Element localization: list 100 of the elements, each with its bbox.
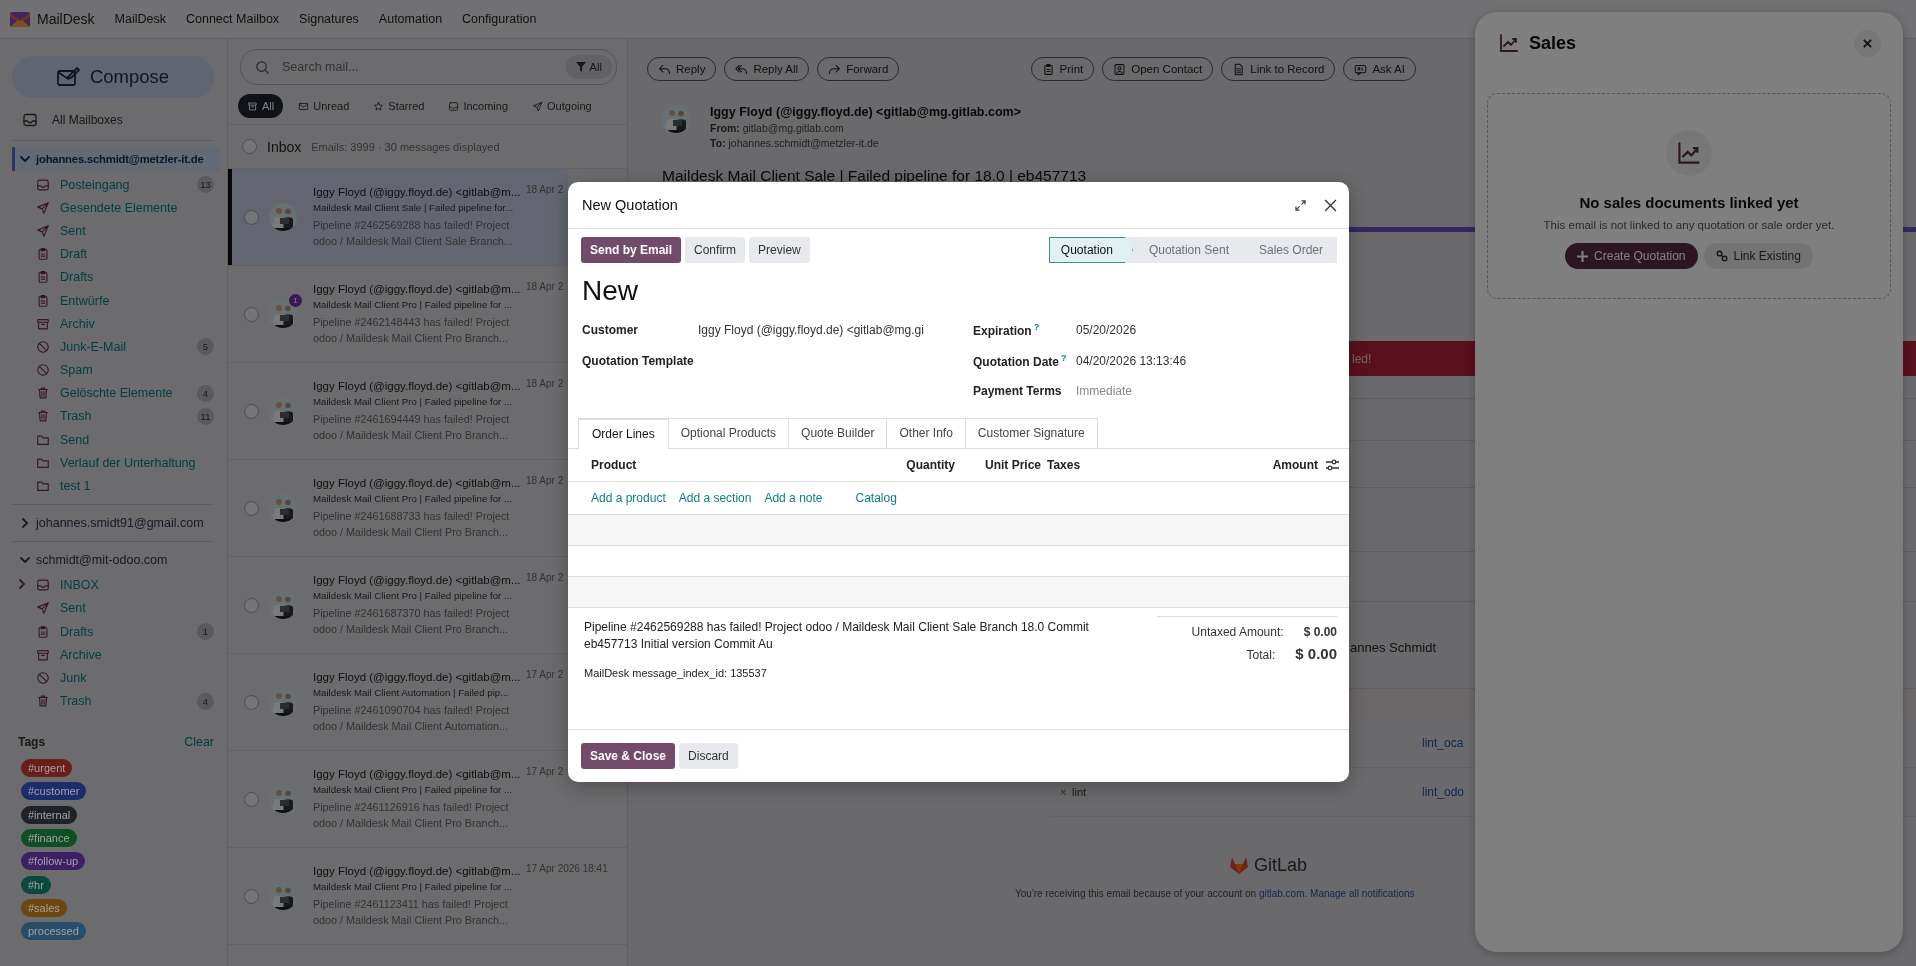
footer-link[interactable]: Manage all notifications [1310,888,1415,899]
tag-chip[interactable]: #follow-up [21,852,86,871]
save-button[interactable]: Save & Close [581,743,676,769]
menu-item[interactable]: MailDesk [114,12,166,26]
chevron-down-icon[interactable] [19,153,31,165]
tag-chip[interactable]: #sales [21,899,67,918]
folder-item[interactable]: Archive [12,643,214,667]
folder-item[interactable]: Draft [12,242,214,266]
clipboard-icon [36,270,50,285]
add-line-link[interactable]: Catalog [855,490,897,505]
account-item[interactable]: schmidt@mit-odoo.com [12,547,214,572]
tab[interactable]: Order Lines [578,417,669,449]
folder-item[interactable]: Verlauf der Unterhaltung [12,451,214,475]
field-label: Expiration $^{?}$ [973,322,1041,339]
tag-chip[interactable]: #hr [21,875,51,894]
reference-text: MailDesk message_index_id: 135537 [584,666,768,679]
tag-chip[interactable]: #customer [21,782,87,801]
close-icon [1324,198,1337,212]
count-badge: 11 [197,407,214,425]
message-checkbox[interactable] [244,403,259,419]
message-checkbox[interactable] [244,888,259,904]
message-preview: Pipeline #2462569288 has failed! Project odoo / Maildesk Mail Client Sale Branch... [313,217,514,249]
action-button[interactable]: Preview [749,237,810,263]
message-checkbox[interactable] [244,209,259,225]
action-button[interactable]: Send by Email [581,237,682,263]
field-label: Quotation Date $^{?}$ [973,352,1068,369]
action-button[interactable]: Confirm [685,237,746,263]
line-chart-icon [1499,33,1519,53]
folder-item[interactable]: Junk [12,666,214,690]
menu-item[interactable]: Connect Mailbox [186,12,280,26]
mailbox-item[interactable]: All Mailboxes [12,106,214,134]
tag-chip[interactable]: processed [21,922,86,941]
filter-tab[interactable]: Starred [364,94,434,118]
field-value[interactable]: 04/20/2026 13:13:46 [1076,353,1187,368]
compose-button[interactable]: Compose [12,56,214,98]
field-value[interactable]: Iggy Floyd (@iggy.floyd.de) <gitlab@mg.gi [698,323,924,338]
add-line-link[interactable]: Add a section [678,490,752,505]
folder-item[interactable]: Posteingang 13 [12,173,214,197]
chevron-right-icon[interactable] [16,577,28,590]
status-step[interactable]: Quotation [1048,237,1133,263]
filter-button[interactable]: All [566,55,612,79]
folder-item[interactable]: Gesendete Elemente [12,196,214,220]
envelope-logo-icon[interactable] [10,11,30,27]
folder-item[interactable]: Drafts 1 [12,620,214,644]
message-subject: Maildesk Mail Client Sale | Failed pipeline for... [313,201,515,213]
message-checkbox[interactable] [244,597,259,613]
archive-box-icon [247,100,258,112]
menu-item[interactable]: Signatures [299,12,359,26]
column-header: Quantity [905,457,956,472]
field-label: Customer [582,323,639,338]
folder-item[interactable]: INBOX [12,573,214,597]
tab[interactable]: Customer Signature [964,417,1098,448]
message-checkbox[interactable] [244,306,259,322]
folder-item[interactable]: Sent [12,219,214,243]
tag-chip[interactable]: #internal [21,805,78,824]
link-existing-button[interactable]: Link Existing [1703,243,1813,269]
close-button[interactable] [1324,198,1337,212]
folder-item[interactable]: test 1 [12,474,214,498]
account-item[interactable]: johannes.smidt91@gmail.com [12,510,214,535]
add-line-link[interactable]: Add a note [764,490,823,505]
search-field[interactable]: Search mail... All [240,49,617,85]
select-all-checkbox[interactable] [242,139,257,154]
folder-item[interactable]: Entwürfe [12,288,214,313]
tag-chip[interactable]: #finance [21,828,77,847]
folder-item[interactable]: Junk-E-Mail 5 [12,335,214,359]
job-link[interactable]: lint_oca [1422,736,1464,750]
message-checkbox[interactable] [244,694,259,710]
filter-tab[interactable]: All [238,94,284,118]
filter-tab[interactable]: Incoming [439,94,518,118]
field-value[interactable]: 05/20/2026 [1076,323,1137,338]
folder-item[interactable]: Send [12,428,214,452]
clear-link[interactable]: Clear [184,734,214,749]
account-item[interactable]: johannes.schmidt@metzler-it.de [12,147,220,171]
chevron-right-icon[interactable] [19,516,31,529]
folder-item[interactable]: Gelöschte Elemente 4 [12,381,214,405]
menu-item[interactable]: Configuration [462,12,537,26]
folder-item[interactable]: Sent [12,596,214,620]
add-line-link[interactable]: Add a product [591,490,666,505]
expand-button[interactable] [1295,199,1306,211]
folder-item[interactable]: Trash 11 [12,404,214,429]
message-checkbox[interactable] [244,500,259,516]
folder-item[interactable]: Spam [12,358,214,382]
archive-box-icon [36,316,50,331]
count-badge: 13 [197,176,214,194]
create-quotation-button[interactable]: Create Quotation [1565,243,1698,269]
menu-item[interactable]: Automation [378,12,443,26]
folder-item[interactable]: Trash 4 [12,689,214,713]
funnel-icon [576,62,587,72]
folder-item[interactable]: Drafts [12,265,214,289]
sliders-icon[interactable] [1326,458,1339,471]
compose-icon [56,67,81,87]
inbox-icon [22,112,38,128]
message-checkbox[interactable] [244,791,259,807]
message-preview: Pipeline #2461090704 has failed! Project odoo / Maildesk Mail Client Automation... [313,702,511,734]
filter-tab[interactable]: Unread [289,94,359,118]
tag-chip[interactable]: #urgent [21,758,73,777]
discard-button[interactable]: Discard [679,743,738,769]
folder-item[interactable]: Archiv [12,312,214,336]
job-link[interactable]: lint_odo [1422,785,1465,799]
filter-tab[interactable]: Outgoing [523,94,601,118]
